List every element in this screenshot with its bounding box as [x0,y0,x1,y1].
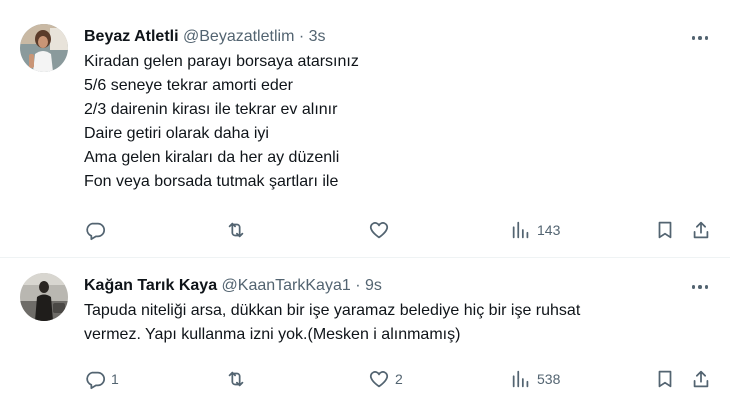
reply-count: 1 [111,371,119,387]
tweet-text: Kiradan gelen parayı borsaya atarsınız 5… [84,50,359,194]
bookmark-button[interactable] [654,362,676,396]
share-button[interactable] [690,213,712,247]
tweet-text-line: 5/6 seneye tekrar amorti eder [84,77,293,94]
tweet-text-line: Tapuda niteliği arsa, dükkan bir işe yar… [84,302,581,319]
display-name[interactable]: Beyaz Atletli [84,28,179,45]
tweet-text-line: Kiradan gelen parayı borsaya atarsınız [84,53,359,70]
tweet-text: Tapuda niteliği arsa, dükkan bir işe yar… [84,299,694,347]
more-icon[interactable] [688,26,712,50]
views-icon [512,221,529,239]
reply-icon [86,371,106,390]
tweet[interactable]: Kağan Tarık Kaya @KaanTarkKaya1 · 9s Tap… [0,259,730,420]
avatar[interactable] [20,273,68,321]
retweet-icon [228,222,244,238]
retweet-button[interactable] [225,362,252,396]
action-bar: 143 [78,213,716,247]
like-button[interactable]: 2 [368,362,403,396]
views-button[interactable]: 143 [510,213,560,247]
like-count: 2 [395,371,403,387]
avatar[interactable] [20,24,68,72]
more-icon[interactable] [688,275,712,299]
views-count: 538 [537,371,561,387]
tweet-text-line: 2/3 dairenin kirası ile tekrar ev alınır [84,101,338,118]
bookmark-icon [658,221,672,239]
reply-button[interactable]: 1 [84,362,119,396]
tweet-header: Beyaz Atletli @Beyazatletlim · 3s [84,27,326,47]
separator: · [355,277,361,294]
tweet-text-line: vermez. Yapı kullanma izni yok.(Mesken i… [84,326,461,343]
handle[interactable]: @Beyazatletlim [183,28,294,45]
separator: · [298,28,305,45]
reply-button[interactable] [84,213,111,247]
views-count: 143 [537,222,561,238]
action-bar: 1 2 538 [78,362,716,396]
views-button[interactable]: 538 [510,362,560,396]
like-icon [369,371,389,388]
share-icon [693,370,709,388]
tweet-text-line: Ama gelen kiraları da her ay düzenli [84,149,340,166]
display-name[interactable]: Kağan Tarık Kaya [84,277,217,294]
share-icon [693,221,709,239]
timestamp[interactable]: 3s [309,28,326,45]
reply-icon [86,222,106,241]
timestamp[interactable]: 9s [365,277,382,294]
like-icon [369,222,389,239]
share-button[interactable] [690,362,712,396]
tweet-text-line: Fon veya borsada tutmak şartları ile [84,173,339,190]
tweet-text-line: Daire getiri olarak daha iyi [84,125,269,142]
like-button[interactable] [368,213,395,247]
retweet-icon [228,371,244,387]
handle[interactable]: @KaanTarkKaya1 [222,277,351,294]
bookmark-icon [658,370,672,388]
tweet[interactable]: Beyaz Atletli @Beyazatletlim · 3s Kirada… [0,0,730,258]
views-icon [512,370,529,388]
bookmark-button[interactable] [654,213,676,247]
tweet-header: Kağan Tarık Kaya @KaanTarkKaya1 · 9s [84,276,382,296]
retweet-button[interactable] [225,213,252,247]
